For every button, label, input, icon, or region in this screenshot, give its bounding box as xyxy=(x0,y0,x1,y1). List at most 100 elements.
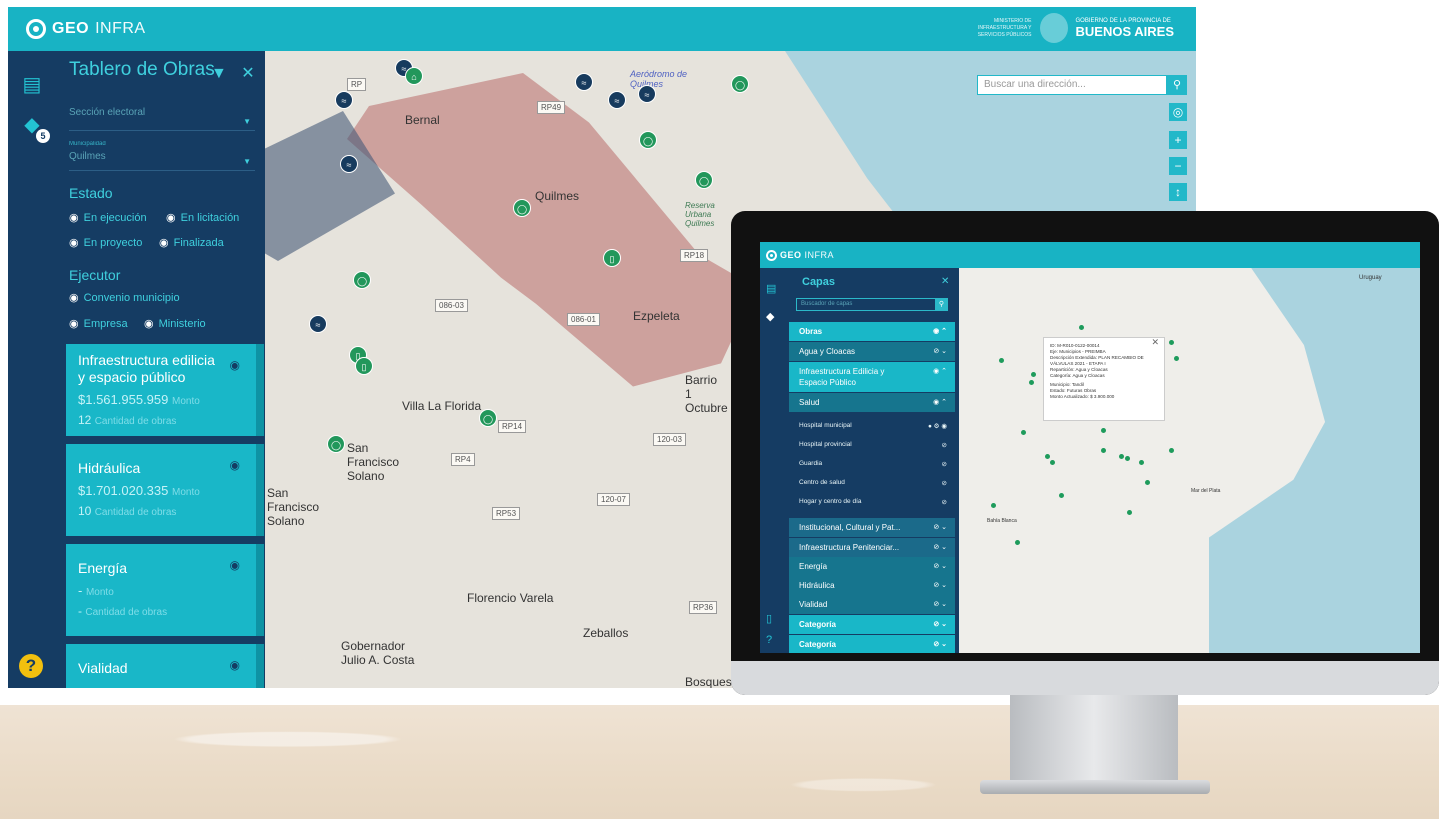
eye-icon[interactable]: ◉ xyxy=(230,458,240,472)
work-marker[interactable] xyxy=(1101,428,1106,433)
layer-row-obras[interactable]: Obras ◉ ⌃ xyxy=(789,322,955,341)
eye-off-chevron-down-icon[interactable]: ⊘ ⌄ xyxy=(933,595,947,614)
layer-row-categoria-2[interactable]: Categoría ⊘ ⌄ xyxy=(789,635,955,653)
sublayer-hogar[interactable]: Hogar y centro de día xyxy=(799,498,862,505)
card-expand-handle[interactable] xyxy=(256,644,264,688)
eye-off-chevron-down-icon[interactable]: ⊘ ⌄ xyxy=(933,518,947,537)
eye-chevron-up-icon[interactable]: ◉ ⌃ xyxy=(933,366,947,377)
sublayer-guardia[interactable]: Guardia xyxy=(799,460,822,467)
work-marker[interactable] xyxy=(1125,456,1130,461)
card-expand-handle[interactable] xyxy=(256,344,264,436)
eye-off-chevron-down-icon[interactable]: ⊘ ⌄ xyxy=(933,557,947,576)
help-icon[interactable]: ? xyxy=(766,634,772,646)
layer-row-hidraulica[interactable]: Hidráulica ⊘ ⌄ xyxy=(789,576,955,595)
eye-off-icon[interactable]: ⊘ xyxy=(942,479,947,487)
estado-toggle-finalizada[interactable]: ◉ Finalizada xyxy=(159,236,224,250)
shield-pin-icon[interactable]: ◯ xyxy=(513,199,531,217)
building-work-pin-icon[interactable]: ⌂ xyxy=(405,67,423,85)
layer-row-energia[interactable]: Energía ⊘ ⌄ xyxy=(789,557,955,576)
info-gear-eye-icon[interactable]: ● ⚙ ◉ xyxy=(928,422,947,430)
shield-pin-icon[interactable]: ◯ xyxy=(695,171,713,189)
shield-pin-icon[interactable]: ◯ xyxy=(639,131,657,149)
sublayer-hospital-municipal[interactable]: Hospital municipal xyxy=(799,422,852,429)
zone-polygon-red[interactable] xyxy=(347,73,757,387)
shield-pin-icon[interactable]: ◯ xyxy=(479,409,497,427)
ejecutor-toggle-ministerio[interactable]: ◉ Ministerio xyxy=(144,317,206,331)
eye-off-icon[interactable]: ⊘ xyxy=(942,441,947,449)
work-marker[interactable] xyxy=(1101,448,1106,453)
ejecutor-toggle-empresa[interactable]: ◉ Empresa xyxy=(69,317,128,331)
geoinfra-logo[interactable]: GEO INFRA xyxy=(766,249,834,261)
book-icon[interactable]: ▯ xyxy=(766,612,772,625)
eye-off-icon[interactable]: ⊘ xyxy=(942,460,947,468)
layer-row-vialidad[interactable]: Vialidad ⊘ ⌄ xyxy=(789,595,955,614)
category-card-infraestructura[interactable]: Infraestructura edilicia y espacio públi… xyxy=(66,344,264,436)
work-marker[interactable] xyxy=(1079,325,1084,330)
work-marker[interactable] xyxy=(1145,480,1150,485)
work-marker[interactable] xyxy=(1031,372,1036,377)
water-work-pin-icon[interactable]: ≈ xyxy=(309,315,327,333)
work-marker[interactable] xyxy=(1169,448,1174,453)
building-work-pin-icon[interactable]: ▯ xyxy=(355,357,373,375)
card-expand-handle[interactable] xyxy=(256,544,264,636)
water-work-pin-icon[interactable]: ≈ xyxy=(340,155,358,173)
work-marker[interactable] xyxy=(1127,510,1132,515)
layer-search-input[interactable]: Buscador de capas xyxy=(796,298,948,311)
card-expand-handle[interactable] xyxy=(256,444,264,536)
municipalidad-select[interactable]: Municipalidad Quilmes ▼ xyxy=(69,141,255,171)
close-icon[interactable]: ✕ xyxy=(1151,338,1159,347)
eye-chevron-up-icon[interactable]: ◉ ⌃ xyxy=(933,393,947,412)
geoinfra-logo[interactable]: GEO INFRA xyxy=(26,19,146,39)
filter-off-icon[interactable]: ▼ xyxy=(211,65,227,82)
eye-off-icon[interactable]: ⊘ xyxy=(942,498,947,506)
globe-icon[interactable]: ◎ xyxy=(1169,103,1187,121)
eye-off-chevron-down-icon[interactable]: ⊘ ⌄ xyxy=(933,342,947,361)
work-marker[interactable] xyxy=(1045,454,1050,459)
sublayer-centro-de-salud[interactable]: Centro de salud xyxy=(799,479,845,486)
sort-icon[interactable]: ↕ xyxy=(1169,183,1187,201)
water-work-pin-icon[interactable]: ≈ xyxy=(335,91,353,109)
shield-pin-icon[interactable]: ◯ xyxy=(353,271,371,289)
monitor-map-view[interactable]: Uruguay Mar del Plata Bahía Blanca ✕ ID:… xyxy=(959,268,1420,653)
layer-row-institucional[interactable]: Institucional, Cultural y Pat... ⊘ ⌄ xyxy=(789,518,955,537)
eye-icon[interactable]: ◉ xyxy=(230,658,240,672)
work-marker[interactable] xyxy=(1015,540,1020,545)
eye-off-chevron-down-icon[interactable]: ⊘ ⌄ xyxy=(933,615,947,634)
eye-off-chevron-down-icon[interactable]: ⊘ ⌄ xyxy=(933,576,947,595)
shield-pin-icon[interactable]: ◯ xyxy=(731,75,749,93)
layers-icon[interactable]: ◆ xyxy=(766,310,774,323)
eye-chevron-up-icon[interactable]: ◉ ⌃ xyxy=(933,322,947,341)
ejecutor-toggle-convenio[interactable]: ◉ Convenio municipio xyxy=(69,291,180,305)
estado-toggle-en-proyecto[interactable]: ◉ En proyecto xyxy=(69,236,142,250)
list-icon[interactable]: ▤ xyxy=(20,73,44,97)
layer-row-salud[interactable]: Salud ◉ ⌃ xyxy=(789,393,955,412)
eye-icon[interactable]: ◉ xyxy=(230,358,240,372)
estado-toggle-en-ejecucion[interactable]: ◉ En ejecución xyxy=(69,211,147,225)
table-icon[interactable]: ▤ xyxy=(766,282,776,295)
work-marker[interactable] xyxy=(1174,356,1179,361)
water-work-pin-icon[interactable]: ≈ xyxy=(638,85,656,103)
layers-icon[interactable]: ◆ xyxy=(20,113,44,137)
water-work-pin-icon[interactable]: ≈ xyxy=(608,91,626,109)
help-icon[interactable]: ? xyxy=(19,654,43,678)
building-work-pin-icon[interactable]: ▯ xyxy=(603,249,621,267)
seccion-electoral-select[interactable]: Sección electoral ▼ xyxy=(69,103,255,131)
shield-pin-icon[interactable]: ◯ xyxy=(327,435,345,453)
category-card-hidraulica[interactable]: Hidráulica ◉ $1.701.020.335 Monto 10 Can… xyxy=(66,444,264,536)
work-marker[interactable] xyxy=(1021,430,1026,435)
zoom-out-icon[interactable]: − xyxy=(1169,157,1187,175)
eye-off-chevron-down-icon[interactable]: ⊘ ⌄ xyxy=(933,635,947,653)
work-marker[interactable] xyxy=(1050,460,1055,465)
search-icon[interactable]: ⚲ xyxy=(935,298,948,311)
work-marker[interactable] xyxy=(1059,493,1064,498)
close-icon[interactable]: ✕ xyxy=(941,276,949,287)
work-marker[interactable] xyxy=(1169,340,1174,345)
eye-icon[interactable]: ◉ xyxy=(230,558,240,572)
layer-row-penitenciaria[interactable]: Infraestructura Penitenciar... ⊘ ⌄ xyxy=(789,538,955,557)
close-icon[interactable]: ✕ xyxy=(241,65,254,82)
work-marker[interactable] xyxy=(991,503,996,508)
layer-row-agua[interactable]: Agua y Cloacas ⊘ ⌄ xyxy=(789,342,955,361)
search-icon[interactable]: ⚲ xyxy=(1167,75,1187,95)
address-search-input[interactable]: Buscar una dirección... xyxy=(977,75,1167,95)
work-marker[interactable] xyxy=(1139,460,1144,465)
